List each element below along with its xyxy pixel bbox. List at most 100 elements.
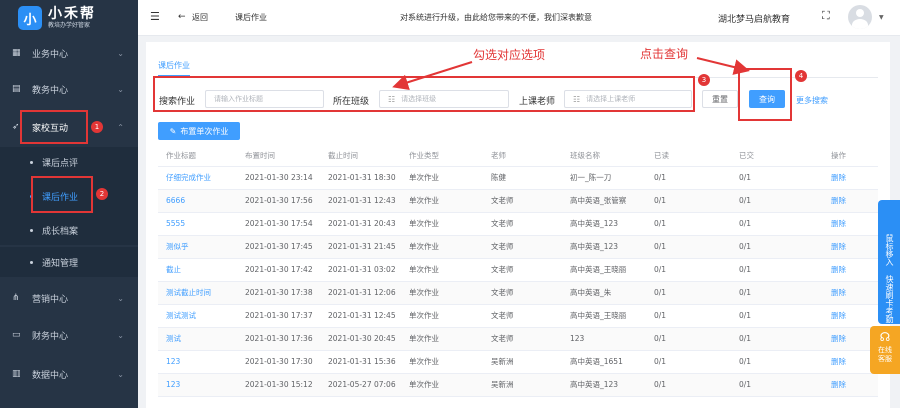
table-row: 截止 2021-01-30 17:42 2021-01-31 03:02 单次作业 文老… [158,258,878,282]
table-cell: 单次作业 [401,350,483,374]
menu-academic[interactable]: ▤ 教务中心 ⌄ [0,72,138,106]
delete-button[interactable]: 删除 [823,235,878,259]
homework-title-link[interactable]: 测试 [158,327,237,351]
menu-more[interactable]: ▪ [0,394,138,408]
table-cell: 123 [562,327,646,351]
online-service-button[interactable]: ☊ 在线客服 [870,326,900,374]
logo-badge: 小 [18,6,42,30]
tab-homework[interactable]: 课后作业 [158,60,190,77]
table-cell: 2021-01-31 12:43 [320,189,401,213]
logo-name: 小禾帮 [48,5,96,22]
homework-title-link[interactable]: 6666 [158,189,237,213]
menu-label: 数据中心 [32,370,69,381]
delete-button[interactable]: 删除 [823,373,878,397]
highlight-menu-home-school [20,110,88,144]
table-row: 测试测试 2021-01-30 17:37 2021-01-31 12:45 单次作业… [158,304,878,328]
table-cell: 单次作业 [401,166,483,190]
homework-title-link[interactable]: 测似乎 [158,235,237,259]
table-cell: 2021-01-31 20:43 [320,212,401,236]
menu-business[interactable]: ▦ 业务中心 ⌄ [0,36,138,70]
share-icon: ⋔ [12,293,20,303]
table-cell: 0/1 [731,235,823,259]
homework-title-link[interactable]: 123 [158,373,237,397]
homework-title-link[interactable]: 截止 [158,258,237,282]
table-row: 测似乎 2021-01-30 17:45 2021-01-31 21:45 单次作业文… [158,235,878,259]
homework-title-link[interactable]: 测试截止时间 [158,281,237,305]
table-cell: 单次作业 [401,258,483,282]
table-row: 测试截止时间 2021-01-30 17:38 2021-01-31 12:06 单次… [158,281,878,305]
table-cell: 0/1 [731,166,823,190]
table-cell: 2021-01-31 12:45 [320,304,401,328]
column-header: 作业类型 [401,146,483,167]
menu-toggle-icon[interactable]: ☰ [150,10,160,23]
column-header: 班级名称 [562,146,646,167]
more-search-link[interactable]: 更多搜索 [796,95,828,106]
homework-title-link[interactable]: 123 [158,350,237,374]
delete-button[interactable]: 删除 [823,189,878,213]
menu-label: 财务中心 [32,331,69,342]
table-cell: 单次作业 [401,189,483,213]
menu-marketing[interactable]: ⋔ 营销中心 ⌄ [0,281,138,315]
quick-checkin-tab[interactable]: 鼠标移入 快速刷卡考勤 [878,200,900,324]
table-cell: 高中英语_王晓丽 [562,258,646,282]
table-cell: 高中英语_1651 [562,350,646,374]
menu-finance[interactable]: ▭ 财务中心 ⌄ [0,318,138,352]
table-cell: 0/1 [731,304,823,328]
sub-item-review[interactable]: 课后点评 [0,147,138,177]
delete-button[interactable]: 删除 [823,304,878,328]
assign-homework-button[interactable]: ✎ 布置单次作业 [158,122,240,140]
table-cell: 0/1 [731,350,823,374]
table-cell: 0/1 [731,281,823,305]
delete-button[interactable]: 删除 [823,212,878,236]
menu-label: 营销中心 [32,294,69,305]
column-header: 布置时间 [237,146,320,167]
table-cell: 陈健 [483,166,562,190]
avatar[interactable] [848,5,872,29]
menu-data[interactable]: ▥ 数据中心 ⌄ [0,357,138,391]
reset-button[interactable]: 重置 [702,90,738,108]
table-cell: 0/1 [646,304,731,328]
step-badge-3: 3 [698,74,710,86]
column-header: 操作 [823,146,878,167]
delete-button[interactable]: 删除 [823,258,878,282]
sub-item-label: 成长档案 [42,226,79,237]
quick-checkin-text: 快速刷卡考勤 [885,275,894,323]
column-header: 已交 [731,146,823,167]
fullscreen-icon[interactable]: ⛶ [822,9,830,23]
sub-item-notice[interactable]: 通知管理 [0,247,138,277]
table-cell: 单次作业 [401,281,483,305]
table-cell: 0/1 [646,166,731,190]
table-cell: 0/1 [646,212,731,236]
table-cell: 文老师 [483,304,562,328]
table-cell: 0/1 [731,212,823,236]
homework-title-link[interactable]: 仔细完成作业 [158,166,237,190]
table-cell: 吴新洲 [483,373,562,397]
chevron-down-icon: ⌄ [117,48,124,58]
table-header-row: 作业标题 布置时间 截止时间 作业类型 老师 班级名称 已读 已交 操作 [158,146,878,167]
back-link[interactable]: 返回 [192,12,208,23]
table-cell: 吴新洲 [483,350,562,374]
annotation-click-search: 点击查询 [640,47,689,61]
table-cell: 文老师 [483,258,562,282]
caret-down-icon[interactable]: ▼ [879,14,884,21]
wallet-icon: ▭ [12,330,21,340]
delete-button[interactable]: 删除 [823,281,878,305]
highlight-search-button [738,68,792,121]
table-cell: 0/1 [731,373,823,397]
delete-button[interactable]: 删除 [823,166,878,190]
homework-title-link[interactable]: 测试测试 [158,304,237,328]
step-badge-1: 1 [91,121,103,133]
table-cell: 0/1 [646,189,731,213]
table-cell: 文老师 [483,327,562,351]
table-cell: 高中英语_张管察 [562,189,646,213]
table-cell: 2021-01-30 17:42 [237,258,320,282]
edit-icon: ✎ [169,126,177,136]
org-name[interactable]: 湖北梦马启航教育 [718,12,790,25]
homework-title-link[interactable]: 5555 [158,212,237,236]
sub-item-growth[interactable]: 成长档案 [0,215,138,245]
column-header: 已读 [646,146,731,167]
step-badge-2: 2 [96,188,108,200]
mouse-hover-text: 鼠标移入 [885,234,894,266]
back-arrow-icon[interactable]: ← [178,12,186,22]
table-cell: 高中英语_王晓丽 [562,304,646,328]
